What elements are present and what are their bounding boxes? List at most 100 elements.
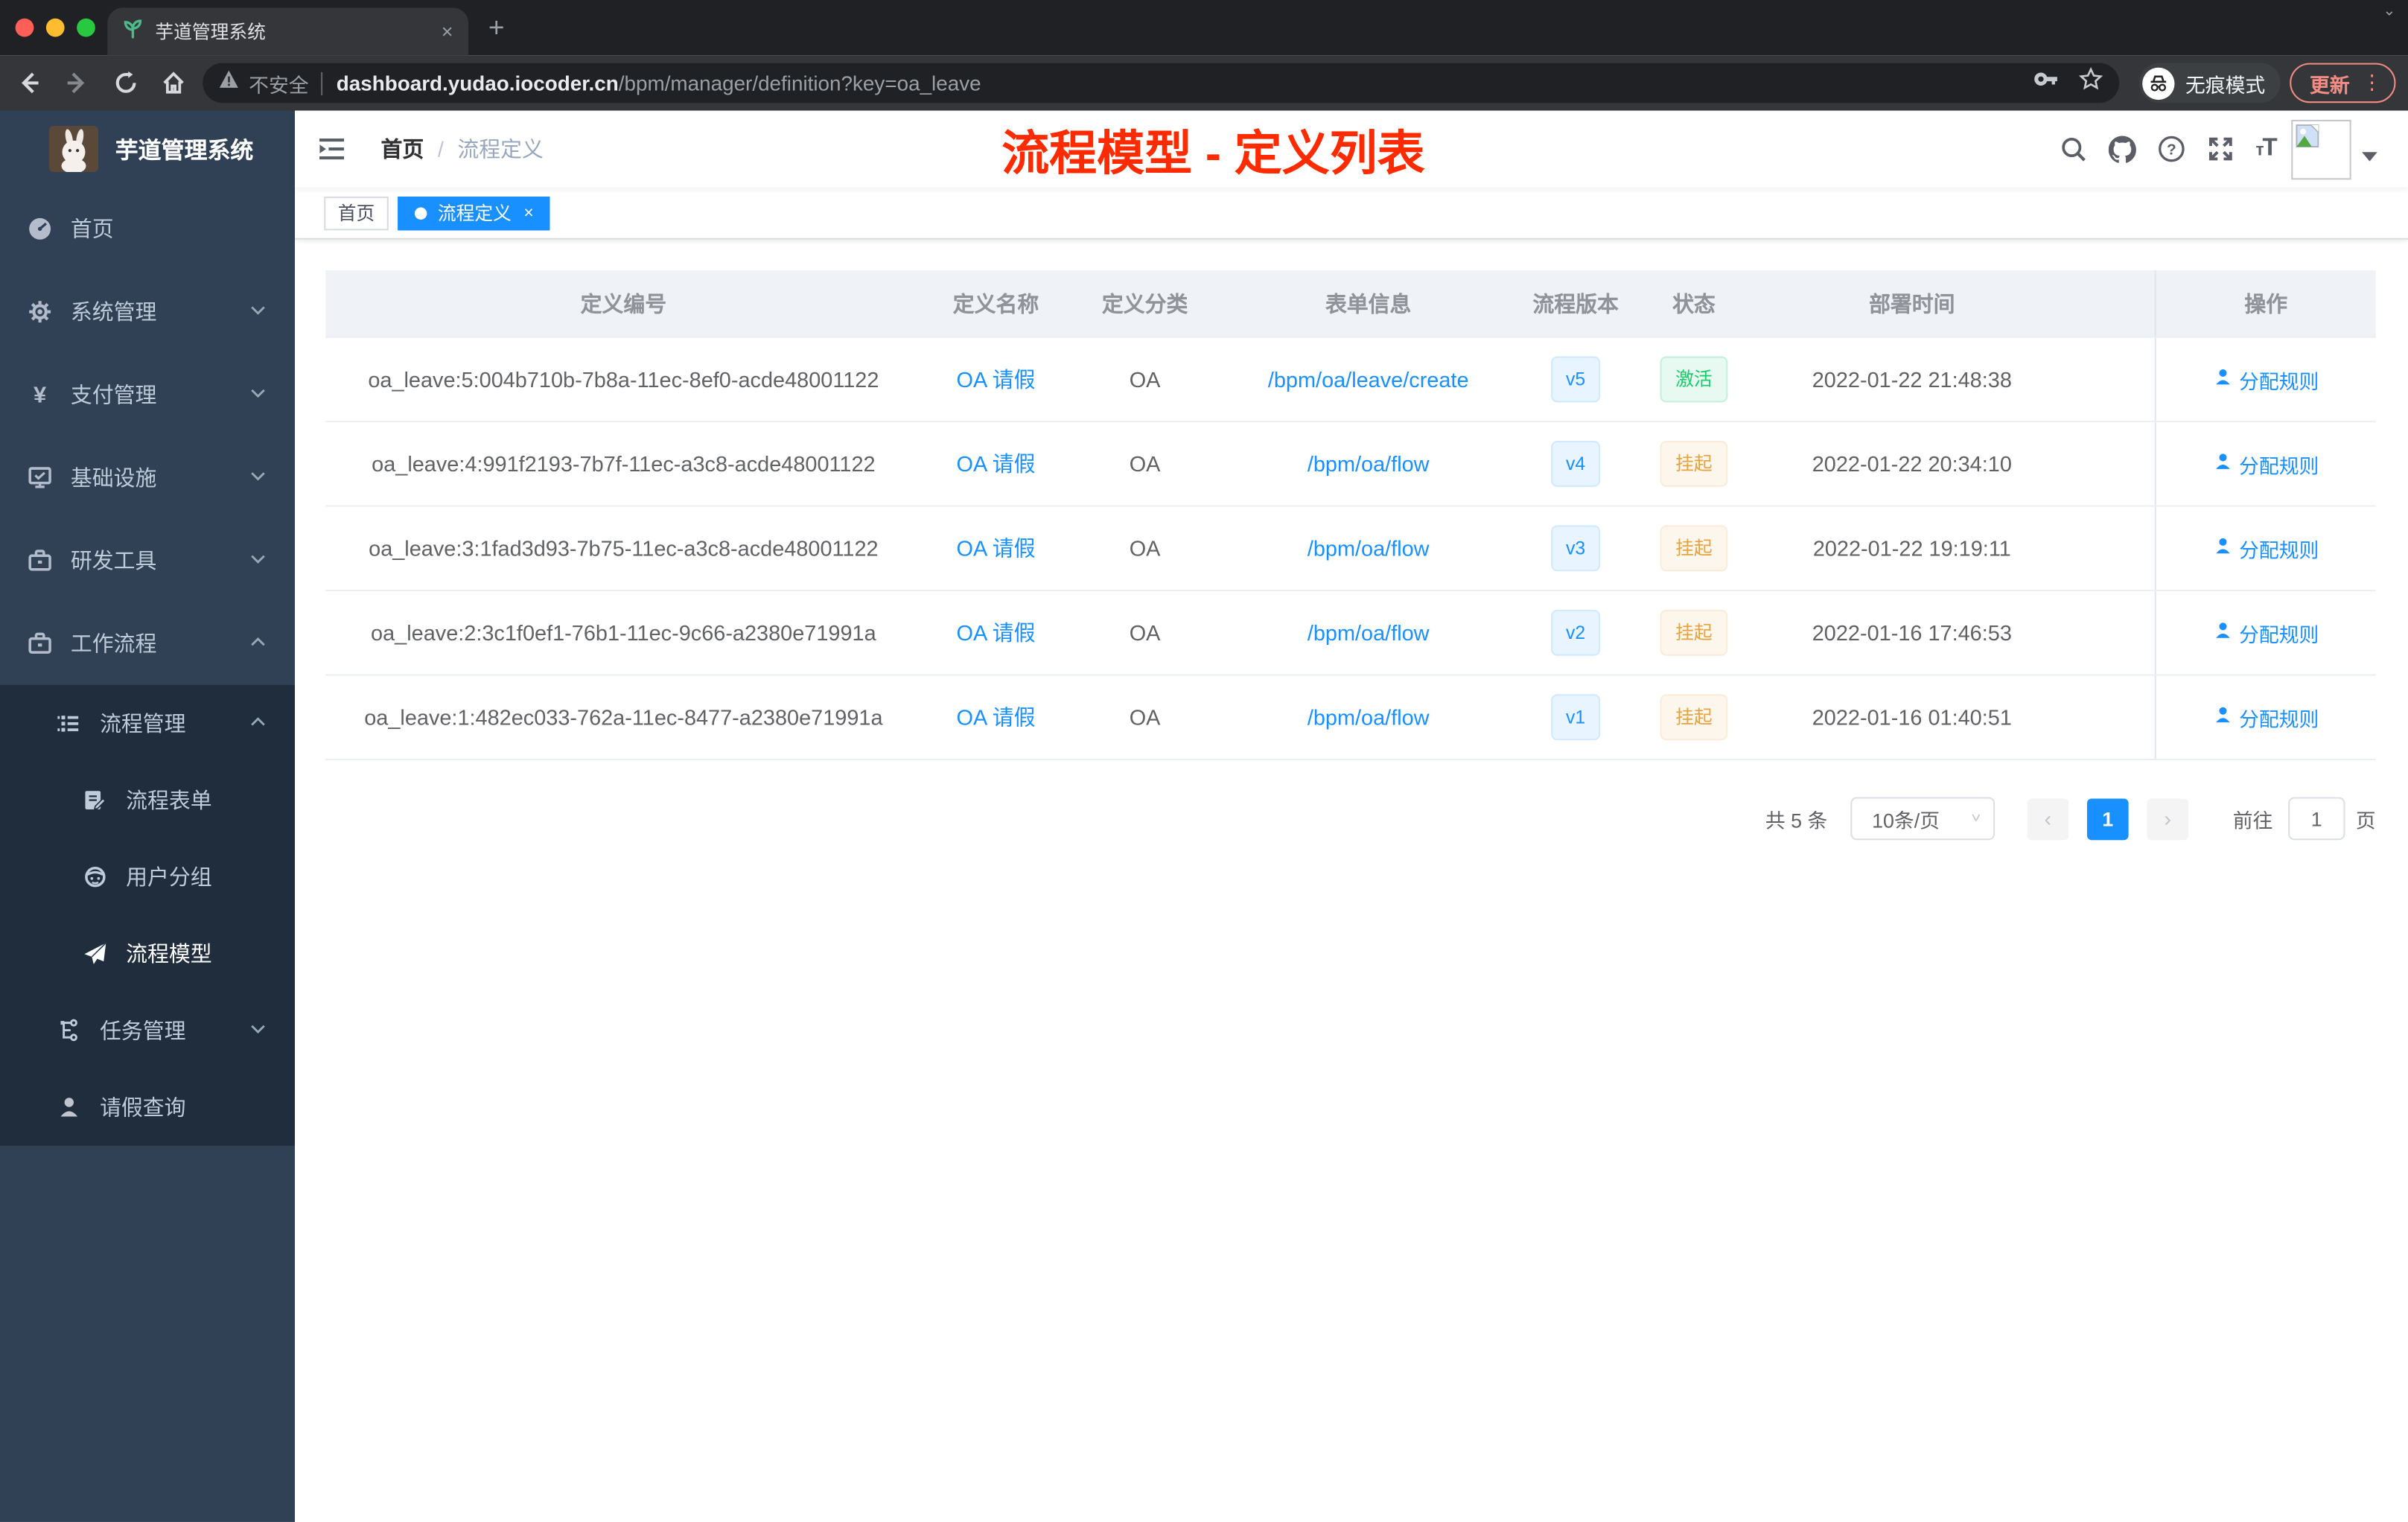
deploy-time-cell: 2022-01-16 17:46:53 xyxy=(1812,620,2012,646)
tag-process-definition[interactable]: 流程定义 × xyxy=(398,195,551,230)
tab-search-chevron-icon[interactable]: ⌄ xyxy=(2383,3,2395,20)
assign-rule-link[interactable]: 分配规则 xyxy=(2213,618,2319,647)
sidebar-item-任务管理[interactable]: 任务管理 xyxy=(0,992,295,1069)
form-info-link[interactable]: /bpm/oa/flow xyxy=(1220,676,1517,759)
bookmark-star-icon[interactable] xyxy=(2078,66,2104,100)
sidebar-item-支付管理[interactable]: ¥ 支付管理 xyxy=(0,353,295,436)
operation-cell: 分配规则 xyxy=(2154,337,2376,421)
operation-cell: 分配规则 xyxy=(2154,422,2376,506)
form-info-link[interactable]: /bpm/oa/flow xyxy=(1220,422,1517,505)
sidebar-item-研发工具[interactable]: 研发工具 xyxy=(0,519,295,602)
sidebar-toggle-icon[interactable] xyxy=(316,133,347,164)
forward-icon[interactable] xyxy=(65,71,89,95)
assign-rule-link[interactable]: 分配规则 xyxy=(2213,534,2319,563)
definition-category-cell: OA xyxy=(1129,451,1161,477)
zoom-window-button[interactable] xyxy=(77,18,95,37)
definition-name-link[interactable]: OA 请假 xyxy=(922,676,1071,759)
sidebar-item-系统管理[interactable]: 系统管理 xyxy=(0,270,295,353)
user-icon xyxy=(2213,620,2233,645)
url-bar[interactable]: 不安全 dashboard.yudao.iocoder.cn/bpm/manag… xyxy=(203,63,2120,104)
column-header-定义分类: 定义分类 xyxy=(1101,290,1188,316)
column-header-表单信息: 表单信息 xyxy=(1325,290,1412,316)
breadcrumb-current: 流程定义 xyxy=(457,136,544,162)
page-unit-label: 页 xyxy=(2355,808,2376,832)
minimize-window-button[interactable] xyxy=(45,18,65,37)
assign-rule-link[interactable]: 分配规则 xyxy=(2213,703,2319,732)
sidebar-item-label: 流程模型 xyxy=(126,941,212,967)
goto-page-input[interactable] xyxy=(2288,797,2345,841)
version-cell: v5 xyxy=(1517,338,1634,421)
new-tab-button[interactable]: + xyxy=(488,13,505,45)
definition-name-link[interactable]: OA 请假 xyxy=(922,591,1071,674)
sidebar-item-首页[interactable]: 首页 xyxy=(0,188,295,270)
yen-icon: ¥ xyxy=(34,381,47,408)
tab-close-icon[interactable]: × xyxy=(442,22,453,42)
definition-name-link[interactable]: OA 请假 xyxy=(922,422,1071,505)
sidebar-item-工作流程[interactable]: 工作流程 xyxy=(0,602,295,685)
prev-page-button[interactable]: ‹ xyxy=(2027,797,2069,840)
sidebar-item-label: 任务管理 xyxy=(100,1018,186,1043)
key-icon[interactable] xyxy=(2033,66,2060,100)
browser-menu-icon[interactable]: ⋮ xyxy=(2362,72,2382,92)
browser-tab[interactable]: 芋道管理系统 × xyxy=(107,7,469,56)
column-header-状态: 状态 xyxy=(1672,290,1716,316)
person-icon xyxy=(57,1095,81,1120)
font-size-icon[interactable]: тT xyxy=(2255,136,2277,163)
table-row: oa_leave:5:004b710b-7b8a-11ec-8ef0-acde4… xyxy=(325,337,2376,423)
not-secure-warning-icon[interactable] xyxy=(218,69,240,97)
pagination-total: 共 5 条 xyxy=(1765,808,1828,832)
browser-update-button[interactable]: 更新 ⋮ xyxy=(2290,63,2396,104)
page-annotation: 流程模型 - 定义列表 xyxy=(1001,127,1425,181)
sidebar-item-流程模型[interactable]: 流程模型 xyxy=(0,915,295,992)
column-header-流程版本: 流程版本 xyxy=(1532,290,1619,316)
avatar-dropdown-caret-icon[interactable] xyxy=(2362,152,2377,162)
version-cell: v1 xyxy=(1517,676,1634,759)
close-window-button[interactable] xyxy=(15,18,34,37)
deploy-time-cell: 2022-01-22 21:48:38 xyxy=(1812,366,2012,392)
definition-name-link[interactable]: OA 请假 xyxy=(922,338,1071,421)
status-cell: 挂起 xyxy=(1634,591,1754,674)
avatar[interactable] xyxy=(2291,118,2351,179)
next-page-button[interactable]: › xyxy=(2147,797,2188,840)
incognito-icon xyxy=(2142,66,2175,100)
dashboard-icon xyxy=(28,217,52,241)
sidebar-item-请假查询[interactable]: 请假查询 xyxy=(0,1069,295,1146)
page-number-button[interactable]: 1 xyxy=(2086,797,2129,840)
sidebar-item-label: 流程管理 xyxy=(100,710,186,736)
paper-plane-icon xyxy=(83,941,107,966)
breadcrumb-home[interactable]: 首页 xyxy=(381,133,424,164)
page-size-select[interactable]: 10条/页 ˅ xyxy=(1850,797,1995,841)
help-icon[interactable]: ? xyxy=(2157,136,2185,163)
sidebar-item-流程管理[interactable]: 流程管理 xyxy=(0,685,295,762)
url-host: dashboard.yudao.iocoder.cn xyxy=(336,71,619,95)
select-chevron-icon: ˅ xyxy=(1971,811,1981,827)
pagination: 共 5 条 10条/页 ˅ ‹ 1 › 前往 页 xyxy=(325,797,2376,841)
deploy-time-cell: 2022-01-22 19:19:11 xyxy=(1812,535,2011,561)
app-logo-row[interactable]: 芋道管理系统 xyxy=(0,111,295,188)
definition-name-link[interactable]: OA 请假 xyxy=(922,507,1071,590)
form-info-link[interactable]: /bpm/oa/flow xyxy=(1220,591,1517,674)
form-info-link[interactable]: /bpm/oa/flow xyxy=(1220,507,1517,590)
definition-category-cell: OA xyxy=(1129,366,1161,392)
github-icon[interactable] xyxy=(2108,135,2136,163)
reload-icon[interactable] xyxy=(114,71,138,95)
security-label[interactable]: 不安全 xyxy=(249,69,308,98)
sidebar-item-用户分组[interactable]: 用户分组 xyxy=(0,838,295,915)
tag-home[interactable]: 首页 xyxy=(324,195,389,230)
back-icon[interactable] xyxy=(17,71,42,95)
spacer-cell xyxy=(2070,338,2154,421)
sidebar-item-基础设施[interactable]: 基础设施 xyxy=(0,436,295,519)
home-icon[interactable] xyxy=(162,71,186,95)
table-row: oa_leave:2:3c1f0ef1-76b1-11ec-9c66-a2380… xyxy=(325,591,2376,676)
sidebar-item-label: 研发工具 xyxy=(70,548,157,573)
fullscreen-icon[interactable] xyxy=(2206,136,2234,163)
assign-rule-link[interactable]: 分配规则 xyxy=(2213,365,2319,394)
form-info-link[interactable]: /bpm/oa/leave/create xyxy=(1220,338,1517,421)
search-icon[interactable] xyxy=(2059,136,2086,163)
operation-cell: 分配规则 xyxy=(2154,591,2376,675)
sidebar-item-流程表单[interactable]: 流程表单 xyxy=(0,762,295,838)
version-badge: v5 xyxy=(1550,356,1601,403)
assign-rule-link[interactable]: 分配规则 xyxy=(2213,449,2319,478)
tag-close-icon[interactable]: × xyxy=(523,203,533,222)
sidebar-item-label: 工作流程 xyxy=(70,631,157,656)
